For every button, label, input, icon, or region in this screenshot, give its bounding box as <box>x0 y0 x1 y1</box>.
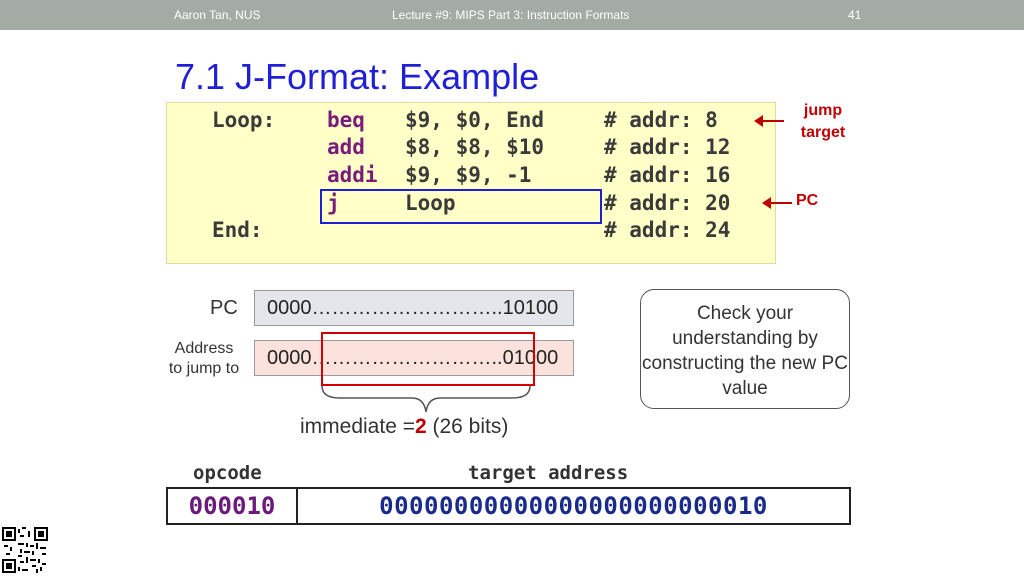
target-address-label: target address <box>468 462 629 484</box>
jump-target-label: jump target <box>800 102 846 141</box>
immediate-highlight <box>321 332 535 386</box>
j-instruction-highlight <box>320 189 602 224</box>
immediate-text: immediate =2 (26 bits) <box>300 415 508 439</box>
pc-row-label: PC <box>210 297 238 319</box>
code-comment-12: # addr: 12 <box>604 135 731 159</box>
page-number: 41 <box>848 8 862 22</box>
pc-value-box: 0000………………………..10100 <box>254 290 574 326</box>
slide-header: Aaron Tan, NUS Lecture #9: MIPS Part 3: … <box>0 0 1024 30</box>
code-label-loop: Loop: <box>212 108 276 132</box>
code-comment-16: # addr: 16 <box>604 163 731 187</box>
check-understanding-box: Check your understanding by constructing… <box>640 289 850 409</box>
code-comment-24: # addr: 24 <box>604 218 731 242</box>
pc-annotation: PC <box>796 192 819 209</box>
code-label-end: End: <box>212 218 263 242</box>
target-address-value: 00000000000000000000000010 <box>379 492 768 520</box>
immediate-suffix: (26 bits) <box>426 415 509 438</box>
author-text: Aaron Tan, NUS <box>174 8 261 22</box>
immediate-value: 2 <box>414 415 427 438</box>
opcode-value: 000010 <box>168 489 298 523</box>
code-args-add: $8, $8, $10 <box>405 135 545 159</box>
address-row-label: Address to jump to <box>168 340 240 377</box>
lecture-title: Lecture #9: MIPS Part 3: Instruction For… <box>392 8 630 22</box>
code-op-addi: addi <box>327 163 378 187</box>
code-op-beq: beq <box>327 108 365 132</box>
code-op-add: add <box>327 135 365 159</box>
jump-target-arrow <box>754 115 784 127</box>
code-comment-20: # addr: 20 <box>604 191 731 215</box>
slide-title: 7.1 J-Format: Example <box>175 56 540 97</box>
brace-icon <box>321 385 531 413</box>
code-args-beq: $9, $0, End <box>405 108 545 132</box>
qr-code-icon <box>2 527 48 573</box>
code-args-addi: $9, $9, -1 <box>405 163 532 187</box>
code-comment-8: # addr: 8 <box>604 108 718 132</box>
opcode-label: opcode <box>193 462 262 484</box>
instruction-format-box: 000010 00000000000000000000000010 <box>166 487 851 525</box>
pc-arrow <box>762 197 792 209</box>
immediate-prefix: immediate = <box>300 415 415 438</box>
